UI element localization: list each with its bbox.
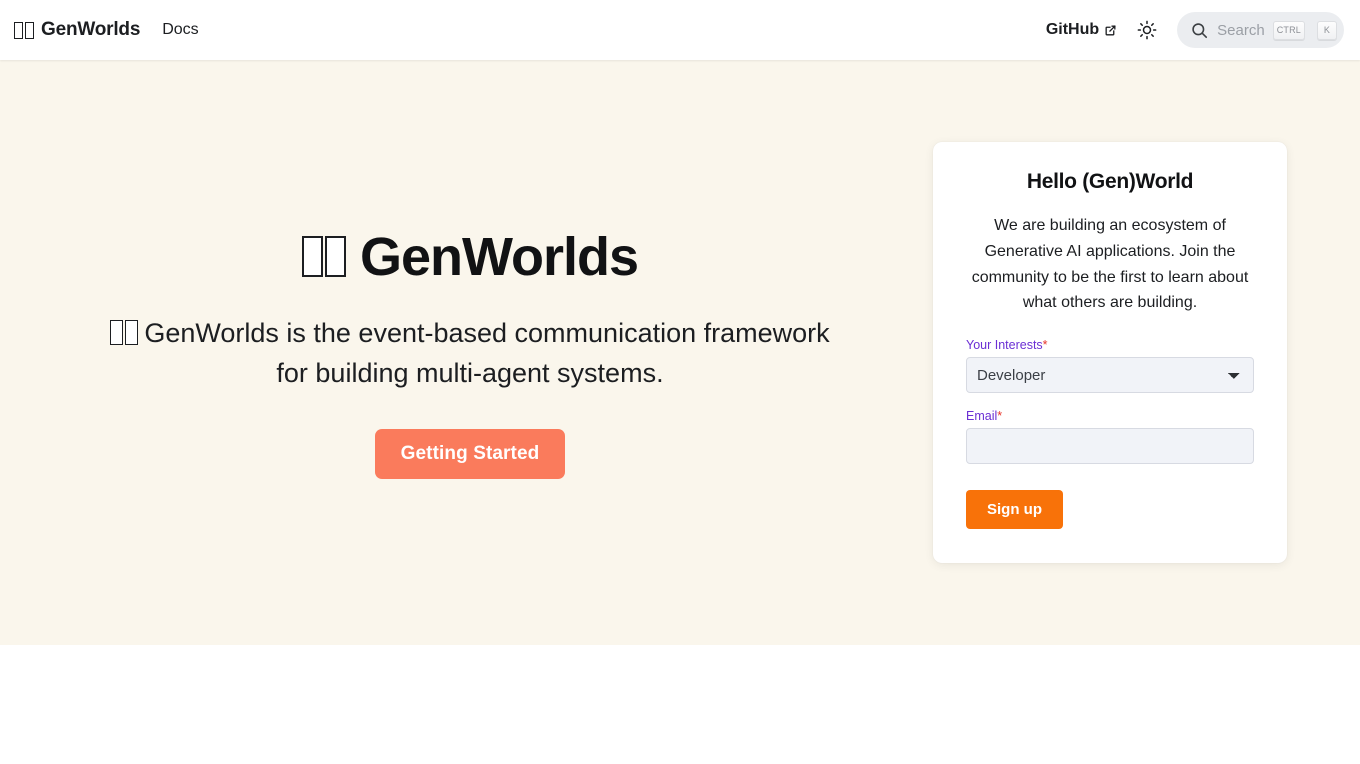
email-label-text: Email (966, 409, 998, 424)
sun-icon (1137, 20, 1157, 40)
hero-section: GenWorlds GenWorlds is the event-based c… (0, 60, 1360, 645)
getting-started-button[interactable]: Getting Started (374, 429, 566, 480)
hero-title: GenWorlds (50, 226, 890, 288)
search-kbd-k: K (1317, 20, 1337, 40)
email-input[interactable] (966, 428, 1254, 465)
search-placeholder: Search (1217, 21, 1265, 39)
hero-title-text: GenWorlds (359, 226, 639, 287)
navbar-left-group: GenWorlds Docs (14, 19, 199, 41)
sign-up-button[interactable]: Sign up (966, 490, 1063, 530)
brand-logo-link[interactable]: GenWorlds (14, 19, 140, 41)
signup-card-title: Hello (Gen)World (1026, 169, 1194, 193)
search-icon (1192, 22, 1208, 38)
search-button[interactable]: Search CTRL K (1177, 12, 1344, 48)
email-label: Email* (966, 409, 1254, 423)
navbar-right-group: GitHub Search CTRL K (1046, 12, 1344, 48)
hero-subtitle-emoji-icon (110, 319, 139, 345)
interests-label-text: Your Interests (966, 338, 1043, 353)
hero-subtitle-text: GenWorlds is the event-based communicati… (144, 317, 830, 388)
github-label: GitHub (1045, 21, 1100, 38)
signup-card: Hello (Gen)World We are building an ecos… (933, 141, 1287, 564)
brand-emoji-icon (14, 21, 34, 39)
interests-field-group: Your Interests* Developer (966, 338, 1254, 394)
hero-title-emoji-icon (301, 236, 346, 278)
nav-link-docs[interactable]: Docs (162, 21, 198, 39)
interests-select[interactable]: Developer (966, 357, 1254, 394)
top-navbar: GenWorlds Docs GitHub Search CTRL K (0, 0, 1360, 60)
search-kbd-ctrl: CTRL (1272, 20, 1305, 40)
hero-form-column: Hello (Gen)World We are building an ecos… (910, 141, 1310, 564)
signup-card-description: We are building an ecosystem of Generati… (971, 216, 1249, 312)
hero-subtitle: GenWorlds is the event-based communicati… (50, 314, 890, 394)
email-field-group: Email* (966, 409, 1254, 465)
external-link-icon (1105, 24, 1116, 35)
page-body-below-hero (0, 645, 1360, 764)
hero-text-column: GenWorlds GenWorlds is the event-based c… (50, 226, 910, 480)
interests-required-marker: * (1042, 338, 1048, 353)
nav-link-github[interactable]: GitHub (1046, 21, 1117, 39)
email-required-marker: * (997, 409, 1003, 424)
hero-inner: GenWorlds GenWorlds is the event-based c… (0, 141, 1360, 564)
theme-toggle-button[interactable] (1131, 14, 1163, 46)
interests-label: Your Interests* (966, 338, 1254, 352)
brand-label: GenWorlds (41, 19, 141, 40)
